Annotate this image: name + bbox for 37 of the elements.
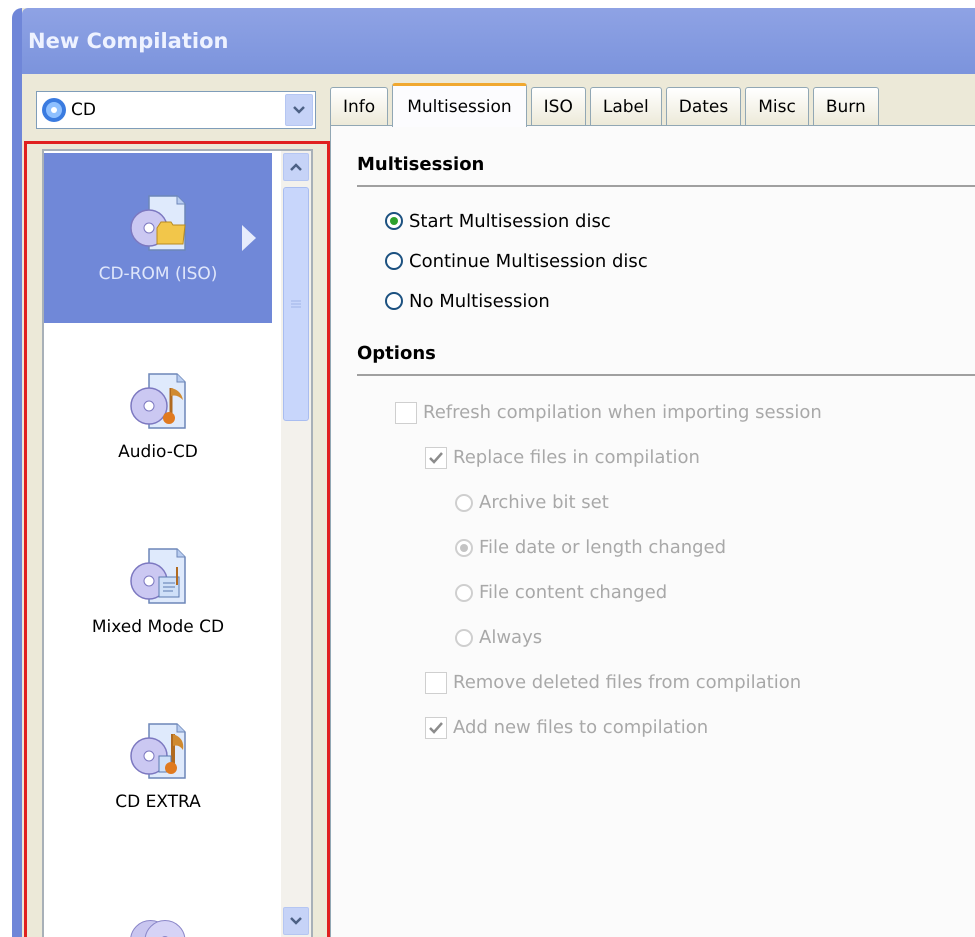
section-heading: Options bbox=[357, 343, 975, 376]
tab[interactable]: Dates bbox=[666, 87, 742, 125]
option-label: Archive bit set bbox=[479, 492, 609, 513]
tab[interactable]: Label bbox=[590, 87, 662, 125]
chevron-down-icon bbox=[289, 916, 303, 926]
chevron-up-icon bbox=[289, 162, 303, 172]
option-label: Remove deleted files from compilation bbox=[453, 672, 802, 693]
scroll-down-button[interactable] bbox=[283, 907, 309, 935]
tab[interactable]: ISO bbox=[530, 87, 586, 125]
checkmark-icon bbox=[429, 452, 443, 464]
tab[interactable]: Info bbox=[330, 87, 388, 125]
radio-button[interactable] bbox=[385, 252, 403, 270]
scrollbar[interactable] bbox=[281, 151, 311, 937]
disc-type-dropdown[interactable]: CD bbox=[36, 91, 316, 129]
option-label: File content changed bbox=[479, 582, 668, 603]
grip-icon bbox=[291, 300, 301, 308]
checkmark-icon bbox=[429, 722, 443, 734]
disc-icon bbox=[41, 97, 67, 123]
tab[interactable]: Multisession bbox=[392, 83, 527, 127]
section-heading: Multisession bbox=[357, 154, 975, 187]
option-label: Always bbox=[479, 627, 542, 648]
scroll-up-button[interactable] bbox=[283, 153, 309, 181]
option-label: Continue Multisession disc bbox=[409, 250, 648, 272]
radio-button[interactable] bbox=[385, 292, 403, 310]
option-label: Replace files in compilation bbox=[453, 447, 700, 468]
chevron-down-icon bbox=[292, 105, 306, 115]
scroll-thumb[interactable] bbox=[283, 187, 309, 421]
option-label: Refresh compilation when importing session bbox=[423, 402, 822, 423]
triangle-right-icon bbox=[242, 225, 256, 251]
tab[interactable]: Burn bbox=[812, 87, 879, 125]
option-label: File date or length changed bbox=[479, 537, 726, 558]
option-label: Add new files to compilation bbox=[453, 717, 708, 738]
option-label: Start Multisession disc bbox=[409, 210, 611, 232]
option-label: No Multisession bbox=[409, 290, 550, 312]
window-title: New Compilation bbox=[28, 29, 228, 53]
radio-button[interactable] bbox=[385, 212, 403, 230]
tab[interactable]: Misc bbox=[745, 87, 809, 125]
